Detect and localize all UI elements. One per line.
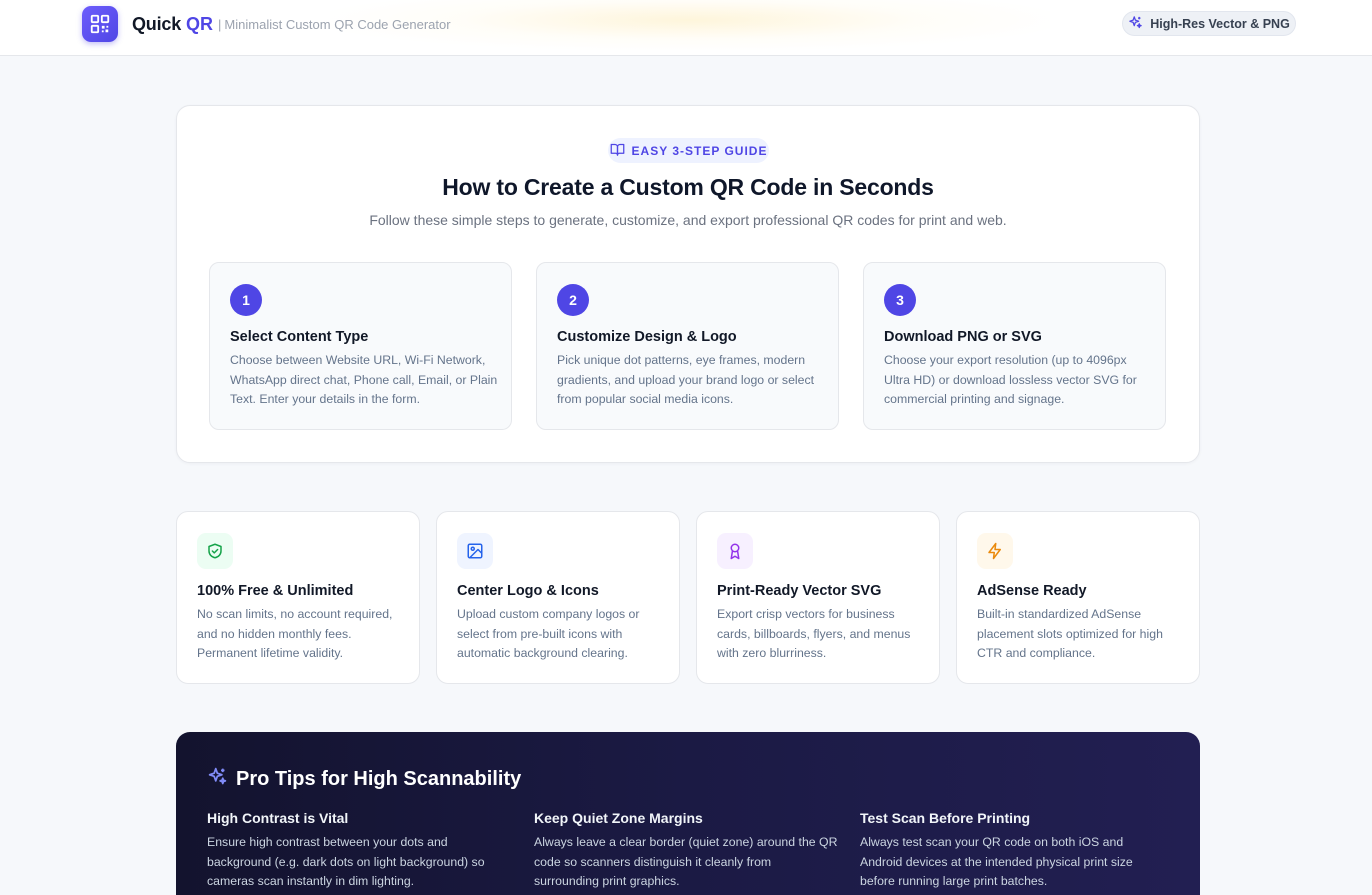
tip-description: Always leave a clear border (quiet zone)… — [534, 835, 838, 888]
feature-card-free: 100% Free & Unlimited No scan limits, no… — [176, 511, 420, 684]
feature-title: 100% Free & Unlimited — [197, 583, 354, 599]
tip-description: Always test scan your QR code on both iO… — [860, 835, 1133, 888]
step-number: 2 — [557, 284, 589, 316]
step-card-2: 2 Customize Design & Logo Pick unique do… — [536, 262, 839, 430]
tip-item: High Contrast is Vital Ensure high contr… — [207, 810, 512, 892]
brand-accent: QR — [186, 13, 214, 34]
brand-name: Quick — [132, 13, 182, 34]
tip-title: Test Scan Before Printing — [860, 810, 1031, 826]
high-res-badge: High-Res Vector & PNG — [1122, 11, 1296, 36]
tip-title: High Contrast is Vital — [207, 810, 349, 826]
feature-description: Built-in standardized AdSense placement … — [977, 607, 1163, 660]
brand-separator: | — [218, 16, 222, 32]
tip-item: Test Scan Before Printing Always test sc… — [860, 810, 1165, 892]
book-open-icon — [610, 142, 625, 160]
step-description: Choose between Website URL, Wi-Fi Networ… — [230, 353, 498, 406]
tip-title: Keep Quiet Zone Margins — [534, 810, 703, 826]
lightning-icon — [977, 533, 1013, 569]
tip-item: Keep Quiet Zone Margins Always leave a c… — [534, 810, 839, 892]
brand-tagline: Minimalist Custom QR Code Generator — [224, 16, 451, 32]
qr-code-icon — [82, 6, 118, 42]
brand[interactable]: Quick QR | Minimalist Custom QR Code Gen… — [82, 6, 451, 42]
step-title: Download PNG or SVG — [884, 329, 1042, 345]
high-res-badge-label: High-Res Vector & PNG — [1150, 16, 1290, 31]
step-number: 1 — [230, 284, 262, 316]
step-number: 3 — [884, 284, 916, 316]
step-card-3: 3 Download PNG or SVG Choose your export… — [863, 262, 1166, 430]
feature-card-adsense: AdSense Ready Built-in standardized AdSe… — [956, 511, 1200, 684]
pro-tips-heading: Pro Tips for High Scannability — [207, 766, 521, 793]
step-title: Select Content Type — [230, 329, 369, 345]
step-description: Pick unique dot patterns, eye frames, mo… — [557, 353, 815, 406]
pro-tips-panel: Pro Tips for High Scannability High Cont… — [176, 732, 1200, 895]
step-card-1: 1 Select Content Type Choose between Web… — [209, 262, 512, 430]
feature-description: Export crisp vectors for business cards,… — [717, 607, 911, 660]
feature-card-svg: Print-Ready Vector SVG Export crisp vect… — [696, 511, 940, 684]
tip-description: Ensure high contrast between your dots a… — [207, 835, 485, 888]
feature-description: Upload custom company logos or select fr… — [457, 607, 640, 660]
pro-tips-title: Pro Tips for High Scannability — [236, 768, 522, 790]
image-icon — [457, 533, 493, 569]
top-navbar: Quick QR | Minimalist Custom QR Code Gen… — [0, 0, 1372, 56]
feature-title: AdSense Ready — [977, 583, 1087, 599]
sparkles-icon — [207, 766, 228, 793]
feature-title: Center Logo & Icons — [457, 583, 599, 599]
how-to-guide-card: EASY 3-STEP GUIDE How to Create a Custom… — [176, 105, 1200, 463]
guide-subtitle: Follow these simple steps to generate, c… — [369, 212, 1007, 228]
guide-title: How to Create a Custom QR Code in Second… — [442, 174, 934, 200]
guide-badge-label: EASY 3-STEP GUIDE — [631, 143, 768, 158]
sparkles-icon — [1128, 15, 1143, 33]
feature-description: No scan limits, no account required, and… — [197, 607, 393, 660]
step-title: Customize Design & Logo — [557, 329, 737, 345]
feature-title: Print-Ready Vector SVG — [717, 583, 882, 599]
shield-check-icon — [197, 533, 233, 569]
step-description: Choose your export resolution (up to 409… — [884, 353, 1137, 406]
award-icon — [717, 533, 753, 569]
feature-card-logo: Center Logo & Icons Upload custom compan… — [436, 511, 680, 684]
guide-badge: EASY 3-STEP GUIDE — [608, 138, 769, 163]
